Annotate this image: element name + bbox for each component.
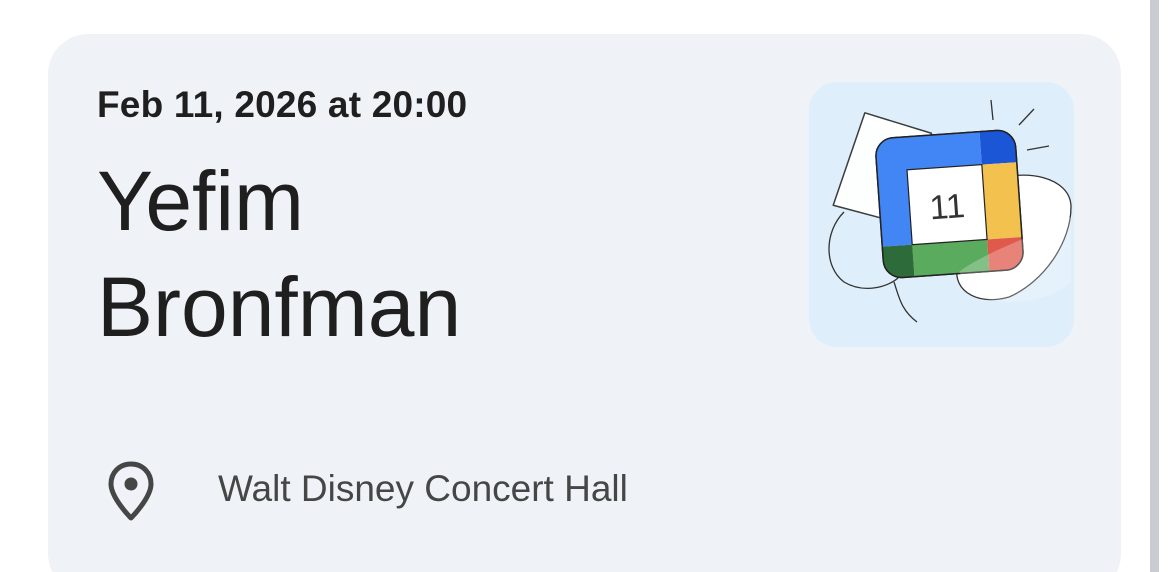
location-pin-icon [108, 461, 154, 521]
event-location-text: Walt Disney Concert Hall [218, 468, 628, 509]
event-title: Yefim Bronfman [97, 148, 717, 360]
event-page: Feb 11, 2026 at 20:00 Yefim Bronfman 11 … [0, 0, 1170, 572]
event-title-line-1: Yefim [97, 154, 305, 248]
event-title-line-2: Bronfman [97, 260, 462, 354]
calendar-illustration: 11 [809, 82, 1074, 347]
scrollbar[interactable] [1150, 0, 1159, 572]
event-location-row[interactable]: Walt Disney Concert Hall [105, 455, 805, 525]
calendar-day-number: 11 [928, 187, 966, 227]
google-calendar-icon: 11 [828, 99, 1072, 323]
event-datetime: Feb 11, 2026 at 20:00 [97, 84, 468, 125]
